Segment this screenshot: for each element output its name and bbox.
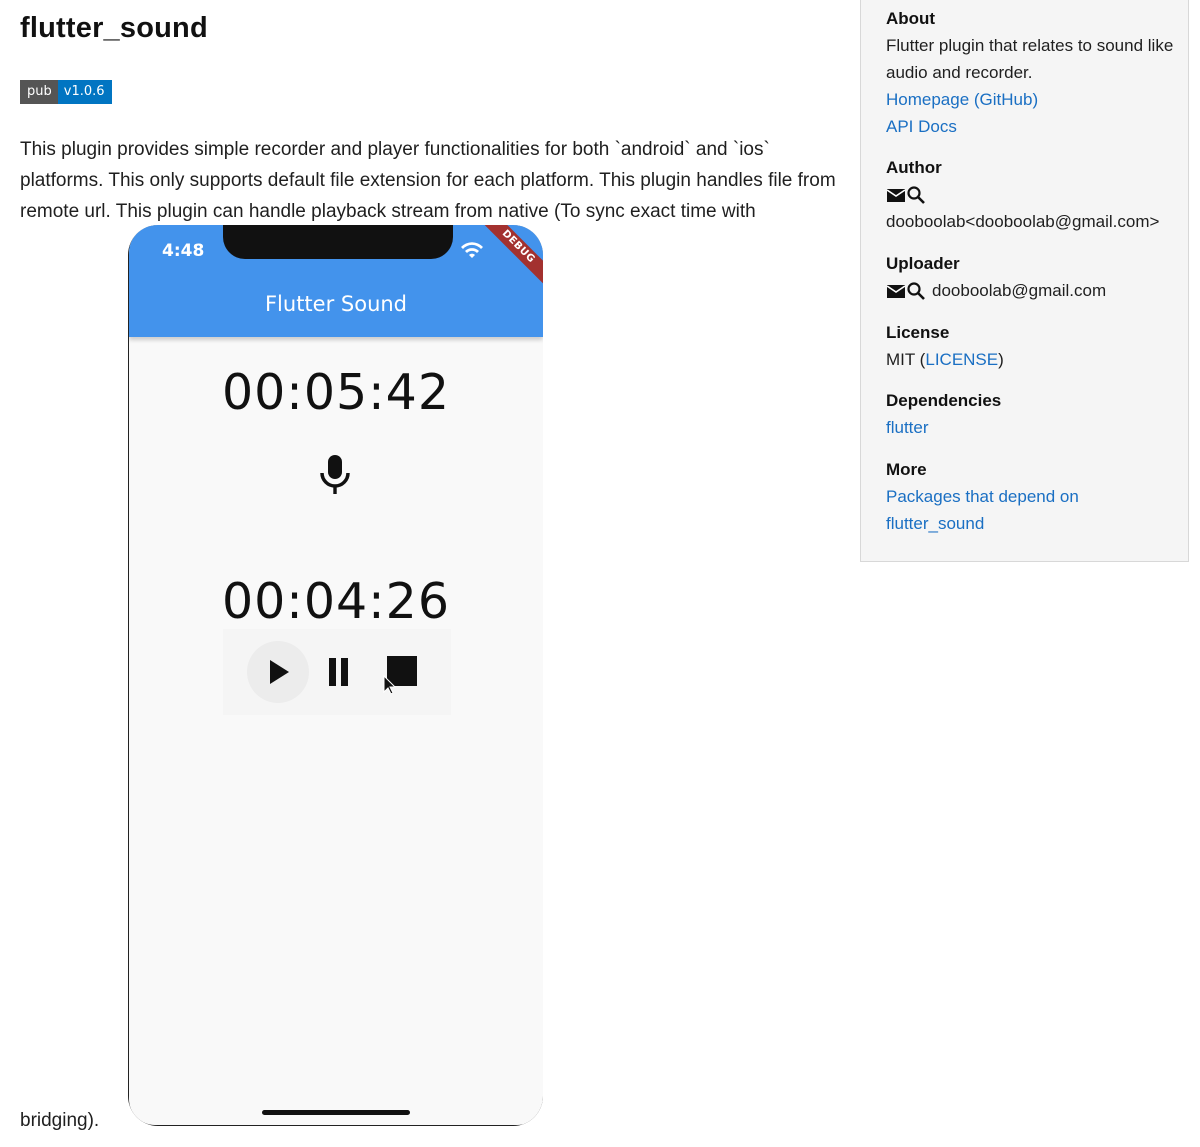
status-time: 4:48 [162, 241, 205, 261]
demo-screenshot: 4:48 DEBUG Flutter Sound 00:05:42 00:04:… [128, 225, 543, 1126]
stop-button[interactable] [379, 651, 421, 695]
license-suffix: ) [998, 350, 1004, 369]
package-description: This plugin provides simple recorder and… [20, 139, 836, 222]
license-link[interactable]: LICENSE [925, 350, 998, 369]
more-section: More Packages that depend on flutter_soun… [886, 456, 1178, 537]
main-content: flutter_sound pub v1.0.6 This plugin pro… [20, 0, 840, 1147]
homepage-link[interactable]: Homepage (GitHub) [886, 86, 1178, 113]
phone-screen: 4:48 DEBUG Flutter Sound 00:05:42 00:04:… [129, 225, 543, 1125]
dependency-link-flutter[interactable]: flutter [886, 414, 1178, 441]
author-email: dooboolab<dooboolab@gmail.com> [886, 212, 1160, 231]
uploader-email: dooboolab@gmail.com [932, 281, 1107, 300]
license-prefix: MIT ( [886, 350, 926, 369]
more-heading: More [886, 460, 927, 479]
author-heading: Author [886, 158, 942, 177]
package-title: flutter_sound [20, 12, 208, 44]
search-icon[interactable] [906, 185, 928, 205]
playback-timer: 00:04:26 [221, 573, 451, 630]
about-text: Flutter plugin that relates to sound lik… [886, 36, 1174, 82]
home-indicator [262, 1110, 410, 1115]
status-icons [455, 239, 489, 266]
package-description-tail: bridging). [20, 1110, 100, 1131]
license-section: License MIT (LICENSE) [886, 319, 1178, 373]
email-icon[interactable] [886, 187, 906, 203]
play-icon [270, 660, 289, 684]
app-title: Flutter Sound [264, 292, 408, 316]
dependents-link-line2: flutter_sound [886, 514, 985, 533]
license-heading: License [886, 323, 950, 342]
search-icon[interactable] [906, 281, 928, 301]
mic-icon[interactable] [317, 453, 353, 497]
author-section: Author dooboolab<dooboolab@gmail.com> [886, 154, 1178, 235]
play-button[interactable] [247, 641, 309, 703]
phone-notch [223, 225, 453, 259]
pause-icon [329, 658, 348, 686]
uploader-row: dooboolab@gmail.com [886, 277, 1178, 304]
license-text: MIT (LICENSE) [886, 346, 1178, 373]
uploader-heading: Uploader [886, 254, 960, 273]
pub-version-badge[interactable]: pub v1.0.6 [20, 80, 112, 104]
uploader-section: Uploader dooboolab@gmail.com [886, 250, 1178, 304]
author-icons [886, 181, 1178, 208]
badge-version: v1.0.6 [57, 80, 112, 104]
dependents-link[interactable]: Packages that depend on flutter_sound [886, 483, 1178, 537]
dependents-link-line1: Packages that depend on [886, 487, 1079, 506]
badge-label: pub [20, 80, 58, 104]
package-page: flutter_sound pub v1.0.6 This plugin pro… [0, 0, 1200, 1147]
wifi-icon [461, 242, 483, 258]
dependencies-section: Dependencies flutter [886, 387, 1178, 441]
api-docs-link[interactable]: API Docs [886, 113, 1178, 140]
pause-button[interactable] [319, 651, 361, 693]
package-sidebar: About Flutter plugin that relates to sou… [860, 0, 1189, 562]
about-heading: About [886, 9, 936, 28]
stop-icon [383, 656, 417, 695]
record-timer: 00:05:42 [221, 364, 451, 421]
dependencies-heading: Dependencies [886, 391, 1002, 410]
player-controls [223, 629, 451, 715]
about-section: About Flutter plugin that relates to sou… [886, 5, 1178, 140]
app-bar: 4:48 DEBUG Flutter Sound [129, 225, 543, 337]
email-icon[interactable] [886, 283, 906, 299]
